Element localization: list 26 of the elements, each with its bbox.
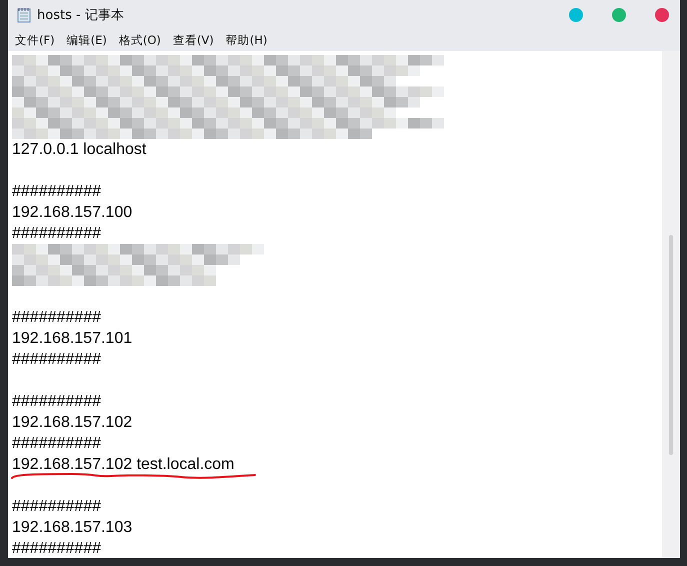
text-line: 192.168.157.102 test.local.com xyxy=(12,455,234,475)
text-line: 192.168.157.103 xyxy=(12,518,132,538)
text-line: ########## xyxy=(12,539,101,558)
text-line: 192.168.157.101 xyxy=(12,329,132,349)
window-control-button[interactable] xyxy=(612,8,626,22)
text-line: ########## xyxy=(12,497,101,517)
text-line: 192.168.157.102 xyxy=(12,413,132,433)
text-line: 127.0.0.1 localhost xyxy=(12,140,146,160)
menu-item[interactable]: 查看(V) xyxy=(172,32,215,48)
scrollbar[interactable] xyxy=(662,51,680,558)
menu-item[interactable]: 帮助(H) xyxy=(224,32,268,48)
text-line: ########## xyxy=(12,350,101,370)
window-control-button[interactable] xyxy=(655,8,669,22)
text-line: ########## xyxy=(12,224,101,244)
text-line: 192.168.157.100 xyxy=(12,203,132,223)
notepad-icon xyxy=(17,7,31,23)
text-line: ########## xyxy=(12,392,101,412)
text-line: ########## xyxy=(12,182,101,202)
window-title: hosts - 记事本 xyxy=(37,7,124,24)
menu-item[interactable]: 文件(F) xyxy=(14,32,56,48)
text-line: ########## xyxy=(12,308,101,328)
window-control-button[interactable] xyxy=(569,8,583,22)
text-line: ########## xyxy=(12,434,101,454)
menu-item[interactable]: 编辑(E) xyxy=(66,32,108,48)
menu-item[interactable]: 格式(O) xyxy=(118,32,162,48)
scrollbar-thumb[interactable] xyxy=(669,235,673,455)
